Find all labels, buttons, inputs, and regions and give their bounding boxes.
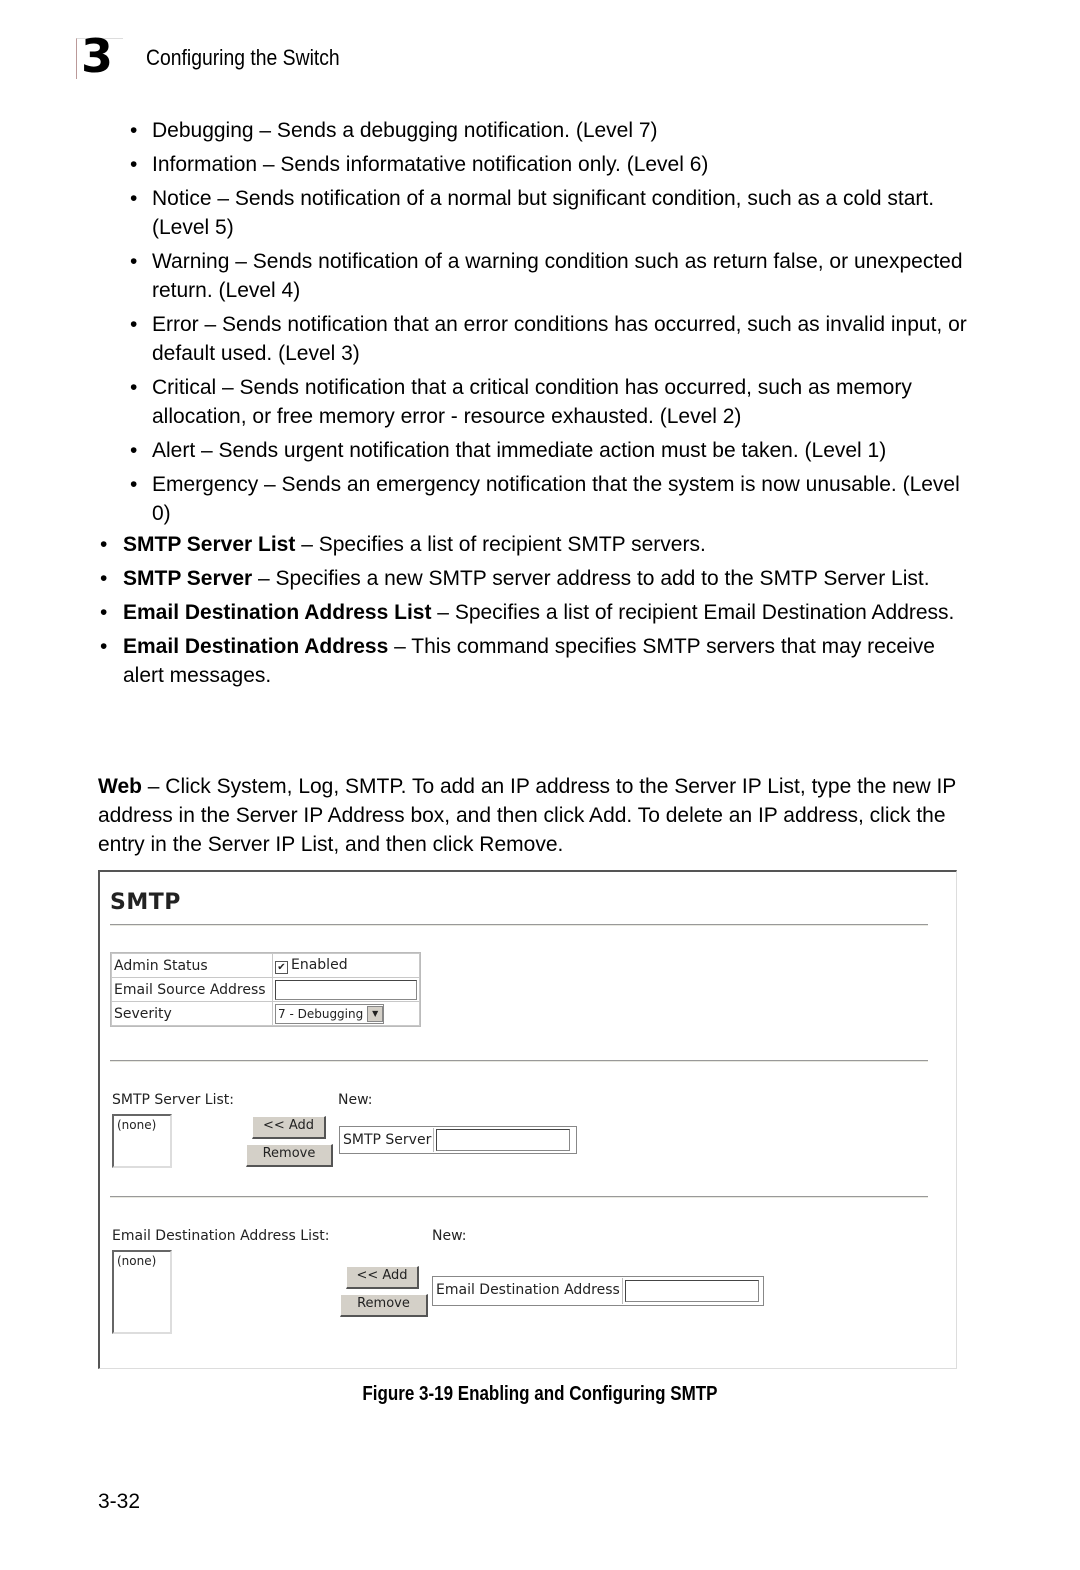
severity-item: Warning – Sends notification of a warnin… — [130, 247, 970, 305]
smtp-page-title: SMTP — [110, 890, 181, 915]
email-dest-list-label: Email Destination Address List: — [112, 1228, 330, 1244]
field-term: SMTP Server — [123, 567, 253, 590]
list-item[interactable]: (none) — [117, 1254, 167, 1268]
web-term: Web — [98, 775, 142, 798]
divider — [110, 1196, 928, 1198]
severity-item: Debugging – Sends a debugging notificati… — [130, 116, 970, 145]
smtp-server-new-field: SMTP Server — [339, 1126, 577, 1154]
chevron-down-icon[interactable]: ▼ — [367, 1006, 384, 1022]
smtp-server-new-label: New: — [338, 1092, 373, 1108]
admin-status-label: Admin Status — [112, 954, 272, 977]
smtp-settings-table: Admin Status ✔ Enabled Email Source Addre… — [110, 952, 421, 1027]
email-dest-remove-button[interactable]: Remove — [340, 1294, 428, 1317]
field-term: SMTP Server List — [123, 533, 296, 556]
smtp-server-list-label: SMTP Server List: — [112, 1092, 234, 1108]
smtp-server-remove-button[interactable]: Remove — [246, 1144, 333, 1167]
web-instructions: Web – Click System, Log, SMTP. To add an… — [98, 772, 968, 859]
field-description-list: SMTP Server List – Specifies a list of r… — [100, 530, 970, 695]
email-source-input[interactable] — [275, 979, 417, 1000]
email-source-label: Email Source Address — [112, 978, 272, 1001]
divider — [110, 1060, 928, 1062]
email-dest-input[interactable] — [624, 1280, 759, 1302]
email-dest-add-button[interactable]: << Add — [346, 1266, 419, 1289]
smtp-server-input[interactable] — [436, 1129, 571, 1151]
smtp-server-add-button[interactable]: << Add — [252, 1116, 326, 1139]
field-desc: – Specifies a list of recipient SMTP ser… — [295, 533, 706, 556]
severity-item: Emergency – Sends an emergency notificat… — [130, 470, 970, 528]
field-desc: – Specifies a new SMTP server address to… — [252, 567, 930, 590]
figure-caption: Figure 3-19 Enabling and Configuring SMT… — [362, 1383, 718, 1405]
severity-item: Notice – Sends notification of a normal … — [130, 184, 970, 242]
severity-item: Critical – Sends notification that a cri… — [130, 373, 970, 431]
severity-select[interactable]: 7 - Debugging ▼ — [275, 1003, 385, 1024]
email-dest-field-label: Email Destination Address — [434, 1278, 623, 1304]
smtp-server-field-label: SMTP Server — [341, 1128, 435, 1152]
web-text: – Click System, Log, SMTP. To add an IP … — [98, 775, 956, 856]
field-term: Email Destination Address List — [123, 601, 432, 624]
field-desc: – Specifies a list of recipient Email De… — [431, 601, 955, 624]
page-number: 3-32 — [98, 1490, 141, 1513]
severity-item: Error – Sends notification that an error… — [130, 310, 970, 368]
smtp-server-listbox[interactable]: (none) — [112, 1114, 172, 1168]
chapter-number: 3 — [81, 29, 113, 83]
email-dest-new-field: Email Destination Address — [432, 1276, 764, 1306]
field-item: SMTP Server – Specifies a new SMTP serve… — [100, 564, 970, 593]
field-term: Email Destination Address — [123, 635, 389, 658]
admin-status-value: Enabled — [291, 957, 348, 973]
list-item[interactable]: (none) — [117, 1118, 167, 1132]
chapter-number-box: 3 — [76, 33, 123, 79]
severity-label: Severity — [112, 1002, 272, 1025]
field-item: SMTP Server List – Specifies a list of r… — [100, 530, 970, 559]
chapter-title: Configuring the Switch — [146, 45, 340, 70]
email-dest-listbox[interactable]: (none) — [112, 1250, 172, 1334]
field-item: Email Destination Address List – Specifi… — [100, 598, 970, 627]
severity-row: Severity 7 - Debugging ▼ — [112, 1002, 419, 1025]
field-item: Email Destination Address – This command… — [100, 632, 970, 690]
severity-item: Information – Sends informatative notifi… — [130, 150, 970, 179]
email-dest-new-label: New: — [432, 1228, 467, 1244]
severity-selected-value: 7 - Debugging — [278, 1006, 364, 1021]
admin-status-row: Admin Status ✔ Enabled — [112, 954, 419, 977]
severity-level-list: Debugging – Sends a debugging notificati… — [130, 116, 970, 533]
divider — [110, 924, 928, 926]
admin-status-checkbox[interactable]: ✔ — [275, 961, 288, 974]
smtp-screenshot: SMTP Admin Status ✔ Enabled Email Source … — [98, 870, 957, 1369]
severity-item: Alert – Sends urgent notification that i… — [130, 436, 970, 465]
email-source-row: Email Source Address — [112, 978, 419, 1001]
